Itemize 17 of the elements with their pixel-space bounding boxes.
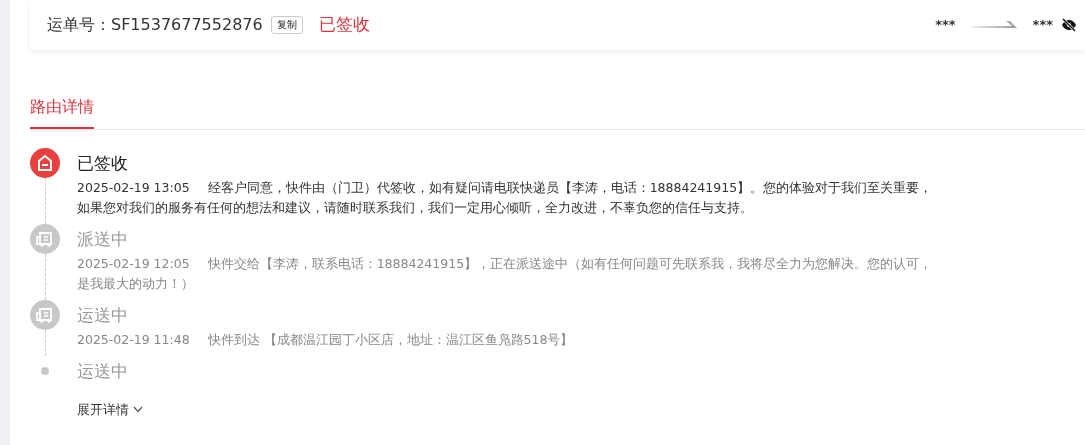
sender-masked: *** (935, 16, 956, 35)
event-description: 2025-02-19 11:48 快件到达 【成都温江园丁小区店，地址：温江区鱼凫路518号】 (77, 331, 575, 349)
event-description: 2025-02-19 12:05 快件交给【李涛，联系电话：18884241915】，正在派送途中（如有任何问题可先联系我，我将尽全力为您解决。您的认可，是我最大的动力！） (77, 255, 934, 293)
copy-button[interactable]: 复制 (270, 16, 303, 34)
event-status: 派送中 (77, 228, 129, 251)
route-details-tab[interactable]: 路由详情 (30, 95, 94, 129)
chevron-down-icon[interactable] (133, 406, 143, 414)
event-status: 运送中 (77, 360, 129, 383)
delivery-status: 已签收 (318, 13, 370, 37)
waybill-number: 运单号：SF1537677552876 (47, 14, 263, 36)
event-status: 已签收 (77, 152, 129, 175)
expand-details-link[interactable]: 展开详情 (77, 400, 129, 420)
eye-slash-icon[interactable] (1061, 18, 1077, 32)
event-status: 运送中 (77, 304, 129, 327)
receiver-masked: *** (1032, 16, 1053, 35)
event-description: 2025-02-19 13:05 经客户同意，快件由（门卫）代签收，如有疑问请电联快递员【李涛，电话：18884241915】。您的体验对于我们至关重要，如果您对我们的服务有任何的想法和建议，请随时联系我们，我们一定用心倾听，全力改进，不辜负您的信任与支持。 (77, 179, 934, 217)
arrow-icon (971, 20, 1017, 30)
